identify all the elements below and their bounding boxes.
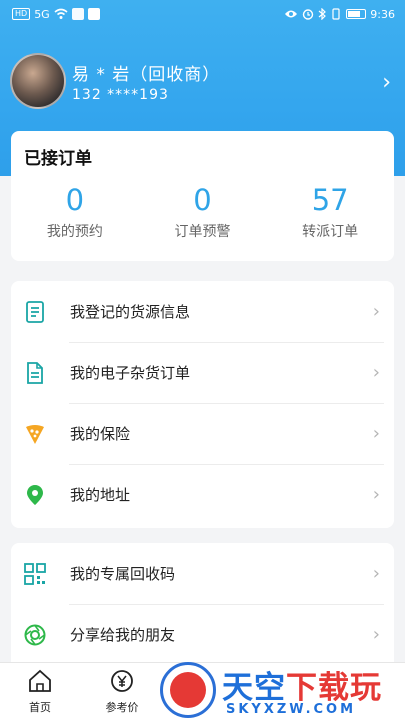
site-watermark: 天空下载玩 SKYXZW.COM — [160, 660, 405, 720]
battery-icon — [346, 9, 367, 19]
chevron-right-icon: › — [372, 423, 380, 444]
avatar[interactable] — [10, 53, 66, 109]
stat-order-warnings[interactable]: 0 订单预警 — [139, 183, 267, 241]
watermark-logo-core — [170, 672, 206, 708]
tab-reference-price[interactable]: 参考价 — [92, 669, 152, 715]
stat-value: 0 — [65, 183, 85, 217]
profile-name: 易 * 岩（回收商） — [72, 64, 221, 85]
wifi-icon — [54, 8, 68, 19]
menu-item-share-friends[interactable]: 分享给我的朋友 › — [11, 604, 394, 665]
menu-label: 我的保险 — [70, 425, 131, 443]
stat-label: 转派订单 — [302, 224, 359, 240]
chevron-right-icon: › — [372, 484, 380, 505]
profile-phone: 132 ****193 — [72, 86, 169, 103]
watermark-logo — [160, 662, 216, 718]
share-aperture-icon — [24, 624, 46, 646]
stat-transferred-orders[interactable]: 57 转派订单 — [266, 183, 394, 241]
chevron-right-icon: › — [372, 563, 380, 584]
qr-code-icon — [24, 562, 46, 585]
stat-my-appointments[interactable]: 0 我的预约 — [11, 183, 139, 241]
eye-icon — [285, 10, 298, 18]
tab-home[interactable]: 首页 — [10, 669, 70, 715]
watermark-title: 天空下载玩 — [222, 662, 382, 707]
chevron-right-icon[interactable]: › — [382, 70, 391, 95]
watermark-title-accent: 下载玩 — [286, 670, 382, 706]
pizza-shield-icon — [24, 423, 46, 445]
file-icon — [24, 361, 46, 384]
stat-label: 订单预警 — [174, 224, 231, 240]
signal-icon: 5G — [34, 7, 50, 21]
menu-item-recycle-code[interactable]: 我的专属回收码 › — [11, 543, 394, 604]
profile-info: 易 * 岩（回收商） 132 ****193 — [72, 60, 220, 103]
stat-value: 0 — [193, 183, 212, 217]
menu-label: 我的专属回收码 — [70, 565, 176, 583]
menu-item-address[interactable]: 我的地址 › — [11, 464, 394, 525]
app-notification-icon — [71, 8, 84, 20]
tab-label: 参考价 — [105, 701, 139, 714]
menu-label: 分享给我的朋友 — [70, 626, 176, 644]
menu-label: 我登记的货源信息 — [70, 303, 191, 321]
profile-header[interactable]: 易 * 岩（回收商） 132 ****193 › — [10, 52, 395, 110]
bluetooth-icon — [318, 8, 327, 20]
clock-time: 9:36 — [370, 7, 395, 21]
chevron-right-icon: › — [372, 301, 380, 322]
accepted-orders-card: 已接订单 0 我的预约 0 订单预警 57 转派订单 — [11, 131, 394, 261]
menu-label: 我的电子杂货订单 — [70, 364, 191, 382]
status-bar: HD 5G 9:36 — [0, 0, 405, 28]
tab-label: 首页 — [29, 701, 51, 714]
watermark-url: SKYXZW.COM — [226, 702, 357, 717]
hd-badge: HD — [12, 8, 31, 20]
stat-value: 57 — [311, 183, 349, 217]
stat-label: 我的预约 — [46, 224, 103, 240]
menu-group-services: 我登记的货源信息 › 我的电子杂货订单 › 我的保险 › 我的地址 › — [11, 281, 394, 528]
menu-item-registered-supply[interactable]: 我登记的货源信息 › — [11, 281, 394, 342]
menu-item-electronic-orders[interactable]: 我的电子杂货订单 › — [11, 342, 394, 403]
watermark-title-main: 天空 — [222, 670, 286, 706]
order-stats: 0 我的预约 0 订单预警 57 转派订单 — [11, 183, 394, 241]
document-list-icon — [24, 300, 46, 323]
yen-icon — [111, 670, 133, 692]
vibrate-icon — [332, 8, 340, 20]
app-notification-icon-2 — [87, 8, 100, 20]
orders-title: 已接订单 — [24, 149, 92, 169]
menu-label: 我的地址 — [70, 486, 131, 504]
home-icon — [29, 669, 51, 692]
menu-item-insurance[interactable]: 我的保险 › — [11, 403, 394, 464]
chevron-right-icon: › — [372, 624, 380, 645]
status-right: 9:36 — [284, 8, 395, 21]
alarm-icon — [303, 9, 314, 20]
status-left: HD 5G — [12, 8, 100, 21]
chevron-right-icon: › — [372, 362, 380, 383]
location-pin-icon — [24, 484, 46, 506]
